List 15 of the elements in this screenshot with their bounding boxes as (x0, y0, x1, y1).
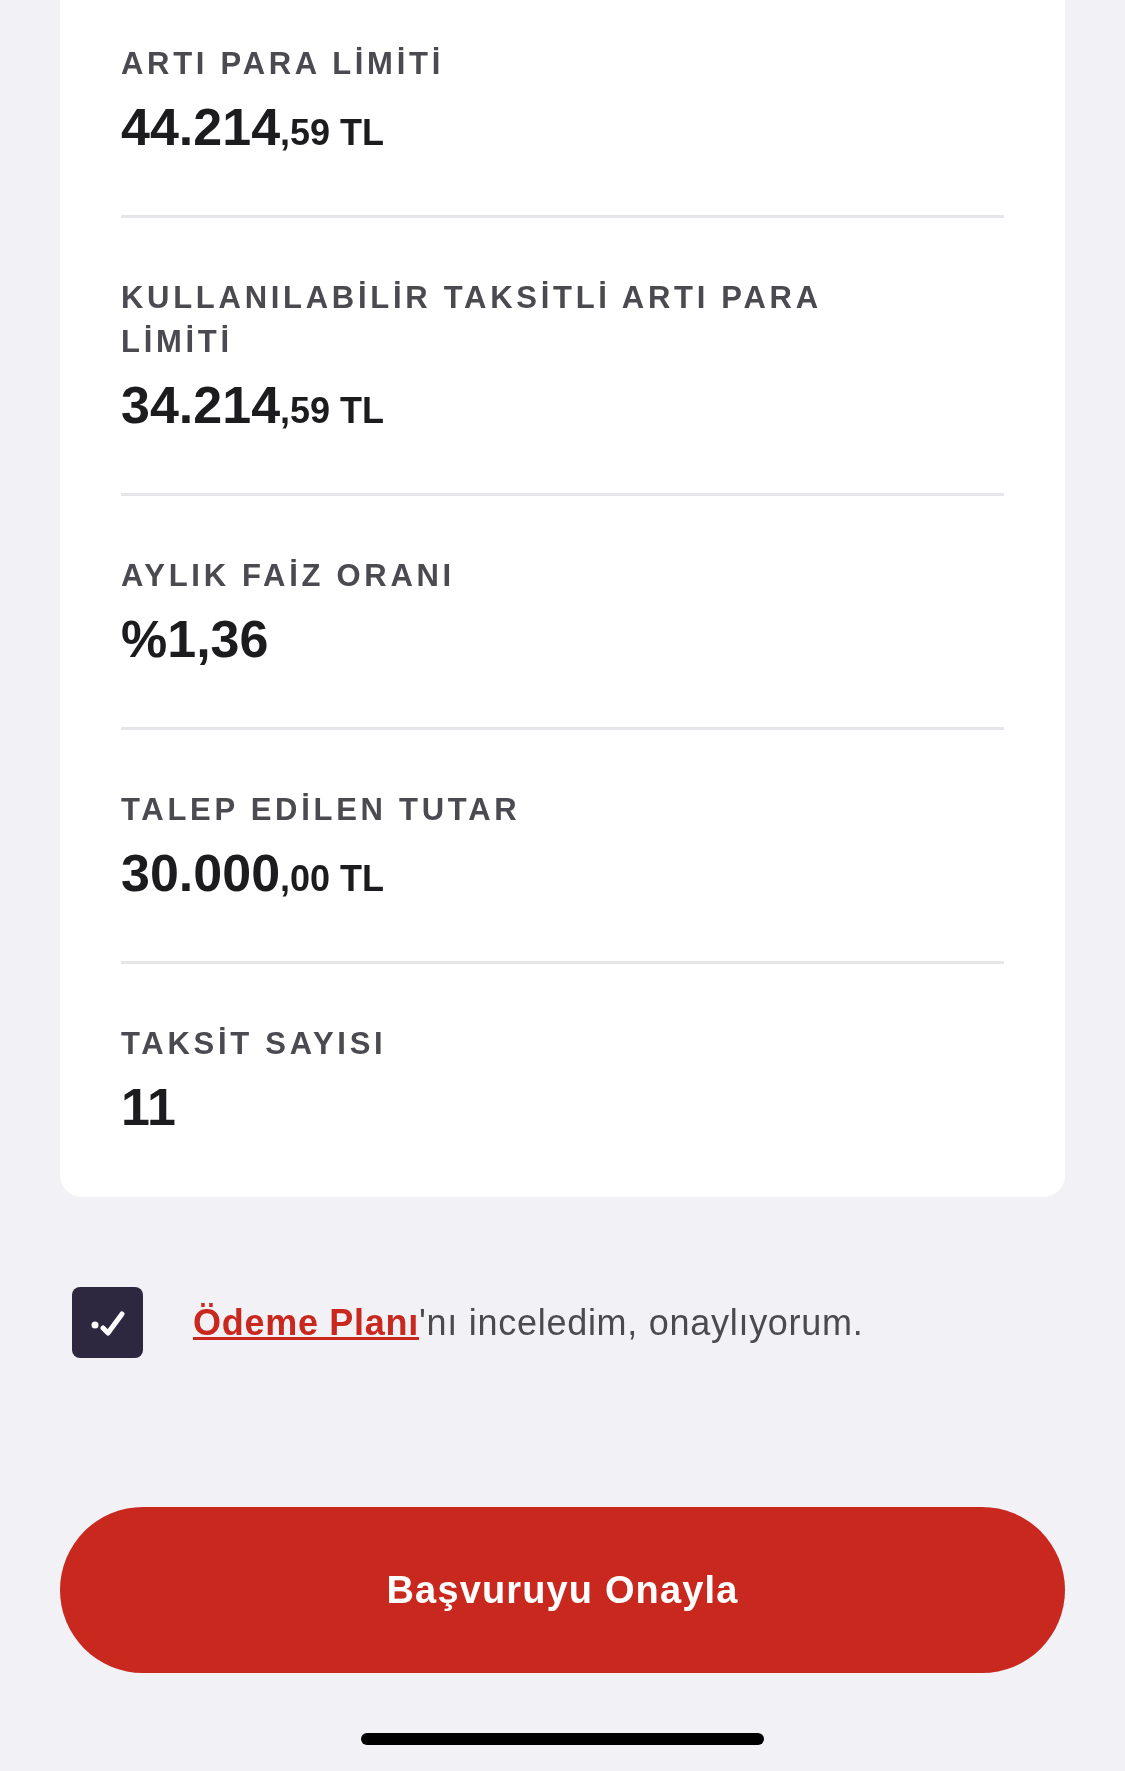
field-label: TALEP EDİLEN TUTAR (121, 791, 522, 829)
consent-text: Ödeme Planı'nı inceledim, onaylıyorum. (193, 1300, 864, 1345)
field-label: KULLANILABİLİR TAKSİTLİ ARTI PARA LİMİTİ (121, 279, 822, 361)
field-label: ARTI PARA LİMİTİ (121, 45, 445, 83)
field-value: 11 (121, 1077, 177, 1138)
field-value: 44.214,59 TL (121, 97, 386, 158)
field-label: TAKSİT SAYISI (121, 1025, 388, 1063)
field-value: 34.214,59 TL (121, 375, 386, 436)
consent-checkbox[interactable] (72, 1287, 143, 1358)
field-label: AYLIK FAİZ ORANI (121, 557, 456, 595)
confirm-button[interactable]: Başvuruyu Onayla (60, 1507, 1065, 1673)
payment-plan-link[interactable]: Ödeme Planı (193, 1301, 419, 1343)
field-value: 30.000,00 TL (121, 843, 386, 904)
check-icon (89, 1309, 126, 1336)
field-value: %1,36 (121, 609, 270, 670)
